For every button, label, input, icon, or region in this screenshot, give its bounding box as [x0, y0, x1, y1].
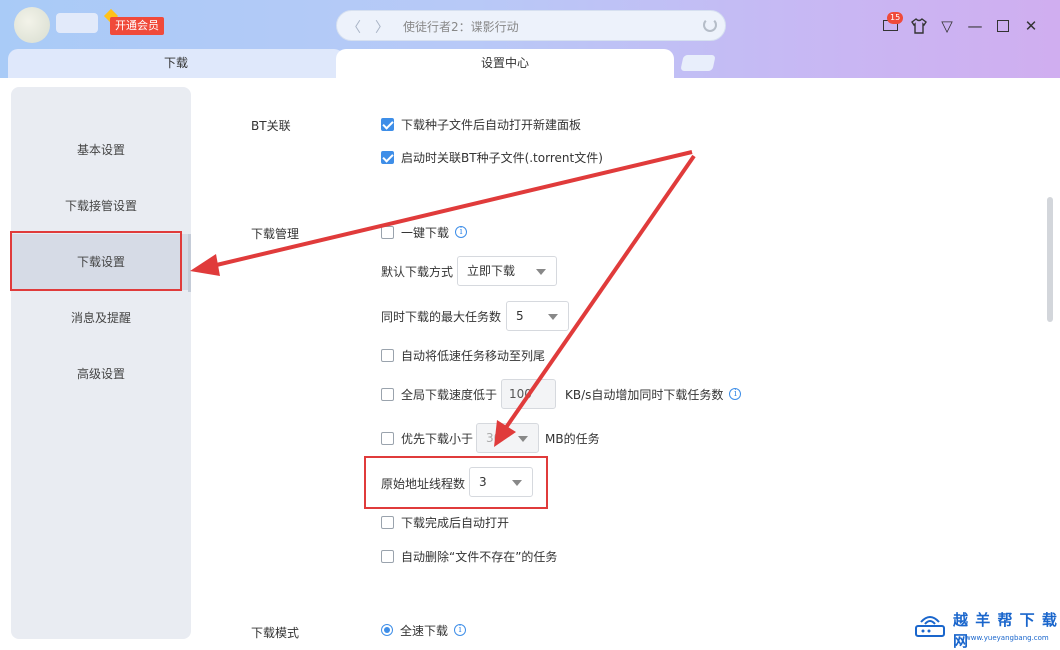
priority-small-suffix: MB的任务	[545, 431, 600, 446]
menu-icon[interactable]: ▽	[938, 17, 956, 35]
maximize-icon[interactable]	[994, 17, 1012, 35]
move-slow-row[interactable]: 自动将低速任务移动至列尾	[381, 345, 545, 365]
full-speed-row[interactable]: 全速下载 i	[381, 620, 467, 640]
global-speed-input[interactable]: 100	[501, 379, 556, 409]
tab-settings[interactable]: 设置中心	[336, 49, 674, 78]
max-tasks-select[interactable]: 5	[506, 301, 569, 331]
address-text[interactable]: 使徒行者2：谍影行动	[403, 18, 519, 35]
global-speed-row[interactable]: 全局下载速度低于	[381, 384, 497, 404]
info-icon[interactable]: i	[729, 388, 742, 400]
address-bar[interactable]: 〈 〉 使徒行者2：谍影行动	[336, 10, 726, 41]
full-speed-radio[interactable]	[381, 624, 393, 636]
priority-small-value: 30	[486, 431, 502, 445]
auto-delete-row[interactable]: 自动删除“文件不存在”的任务	[381, 546, 557, 566]
bt-auto-open-row[interactable]: 下载种子文件后自动打开新建面板	[381, 114, 581, 134]
chevron-down-icon	[536, 269, 546, 275]
auto-delete-checkbox[interactable]	[381, 549, 394, 563]
auto-open-done-row[interactable]: 下载完成后自动打开	[381, 512, 509, 532]
username-blurred	[56, 13, 98, 33]
new-tab-button[interactable]	[680, 55, 716, 71]
info-icon[interactable]: i	[454, 624, 467, 636]
default-mode-row: 默认下载方式	[381, 261, 453, 281]
bt-auto-open-label: 下载种子文件后自动打开新建面板	[401, 117, 582, 132]
scrollbar[interactable]	[1047, 197, 1053, 322]
sidebar-item-notifications[interactable]: 消息及提醒	[11, 290, 191, 346]
one-click-row[interactable]: 一键下载 i	[381, 222, 468, 242]
global-speed-checkbox[interactable]	[381, 387, 394, 401]
move-slow-label: 自动将低速任务移动至列尾	[401, 348, 546, 363]
full-speed-label: 全速下载	[400, 623, 449, 638]
title-bar: 开通会员 〈 〉 使徒行者2：谍影行动 15 ▽ — ✕ 下载 设置中心	[0, 0, 1060, 78]
priority-small-select[interactable]: 30	[476, 423, 539, 453]
auto-open-done-checkbox[interactable]	[381, 515, 394, 529]
one-click-label: 一键下载	[401, 225, 450, 240]
back-icon[interactable]: 〈	[347, 17, 361, 37]
one-click-checkbox[interactable]	[381, 225, 394, 239]
router-logo-icon	[915, 616, 945, 637]
bt-associate-row[interactable]: 启动时关联BT种子文件(.torrent文件)	[381, 147, 603, 167]
minimize-icon[interactable]: —	[966, 17, 984, 35]
settings-sidebar: 基本设置 下载接管设置 下载设置 消息及提醒 高级设置	[11, 87, 191, 639]
tab-download[interactable]: 下载	[8, 49, 344, 78]
vip-button[interactable]: 开通会员	[110, 17, 164, 35]
bt-auto-open-checkbox[interactable]	[381, 117, 394, 131]
priority-small-suffix-row: MB的任务	[545, 428, 600, 448]
priority-small-checkbox[interactable]	[381, 431, 394, 445]
global-speed-suffix-row: KB/s自动增加同时下载任务数 i	[565, 384, 742, 404]
info-icon[interactable]: i	[455, 226, 468, 238]
highlight-box-sidebar	[10, 231, 182, 291]
mail-count-badge: 15	[887, 12, 904, 24]
chevron-down-icon	[548, 314, 558, 320]
max-tasks-value: 5	[516, 309, 524, 323]
auto-delete-label: 自动删除“文件不存在”的任务	[401, 549, 558, 564]
highlight-box-threads	[364, 456, 548, 509]
forward-icon[interactable]: 〉	[375, 17, 389, 37]
max-tasks-label: 同时下载的最大任务数	[381, 309, 502, 324]
global-speed-label: 全局下载速度低于	[401, 387, 498, 402]
default-mode-select[interactable]: 立即下载	[457, 256, 557, 286]
auto-open-done-label: 下载完成后自动打开	[401, 515, 510, 530]
avatar[interactable]	[14, 7, 50, 43]
bt-associate-checkbox[interactable]	[381, 150, 394, 164]
chevron-down-icon	[518, 436, 528, 442]
default-mode-label: 默认下载方式	[381, 264, 454, 279]
close-icon[interactable]: ✕	[1022, 17, 1040, 35]
sidebar-item-basic[interactable]: 基本设置	[11, 122, 191, 178]
bt-associate-label: 启动时关联BT种子文件(.torrent文件)	[401, 150, 603, 165]
watermark-title: 越 羊 帮 下 载 网	[953, 611, 1058, 650]
sidebar-item-takeover[interactable]: 下载接管设置	[11, 178, 191, 234]
sidebar-item-advanced[interactable]: 高级设置	[11, 346, 191, 402]
section-label-manage: 下载管理	[251, 227, 300, 241]
move-slow-checkbox[interactable]	[381, 348, 394, 362]
watermark: 越 羊 帮 下 载 网 www.yueyangbang.com	[905, 606, 1060, 650]
section-label-mode: 下载模式	[251, 626, 300, 640]
priority-small-row[interactable]: 优先下载小于	[381, 428, 473, 448]
global-speed-suffix: KB/s自动增加同时下载任务数	[565, 387, 724, 402]
section-label-bt: BT关联	[251, 119, 291, 133]
max-tasks-row: 同时下载的最大任务数	[381, 306, 501, 326]
skin-icon[interactable]	[910, 17, 928, 35]
refresh-icon[interactable]	[703, 18, 717, 32]
priority-small-label: 优先下载小于	[401, 431, 474, 446]
default-mode-value: 立即下载	[467, 264, 516, 278]
watermark-url: www.yueyangbang.com	[965, 634, 1049, 642]
